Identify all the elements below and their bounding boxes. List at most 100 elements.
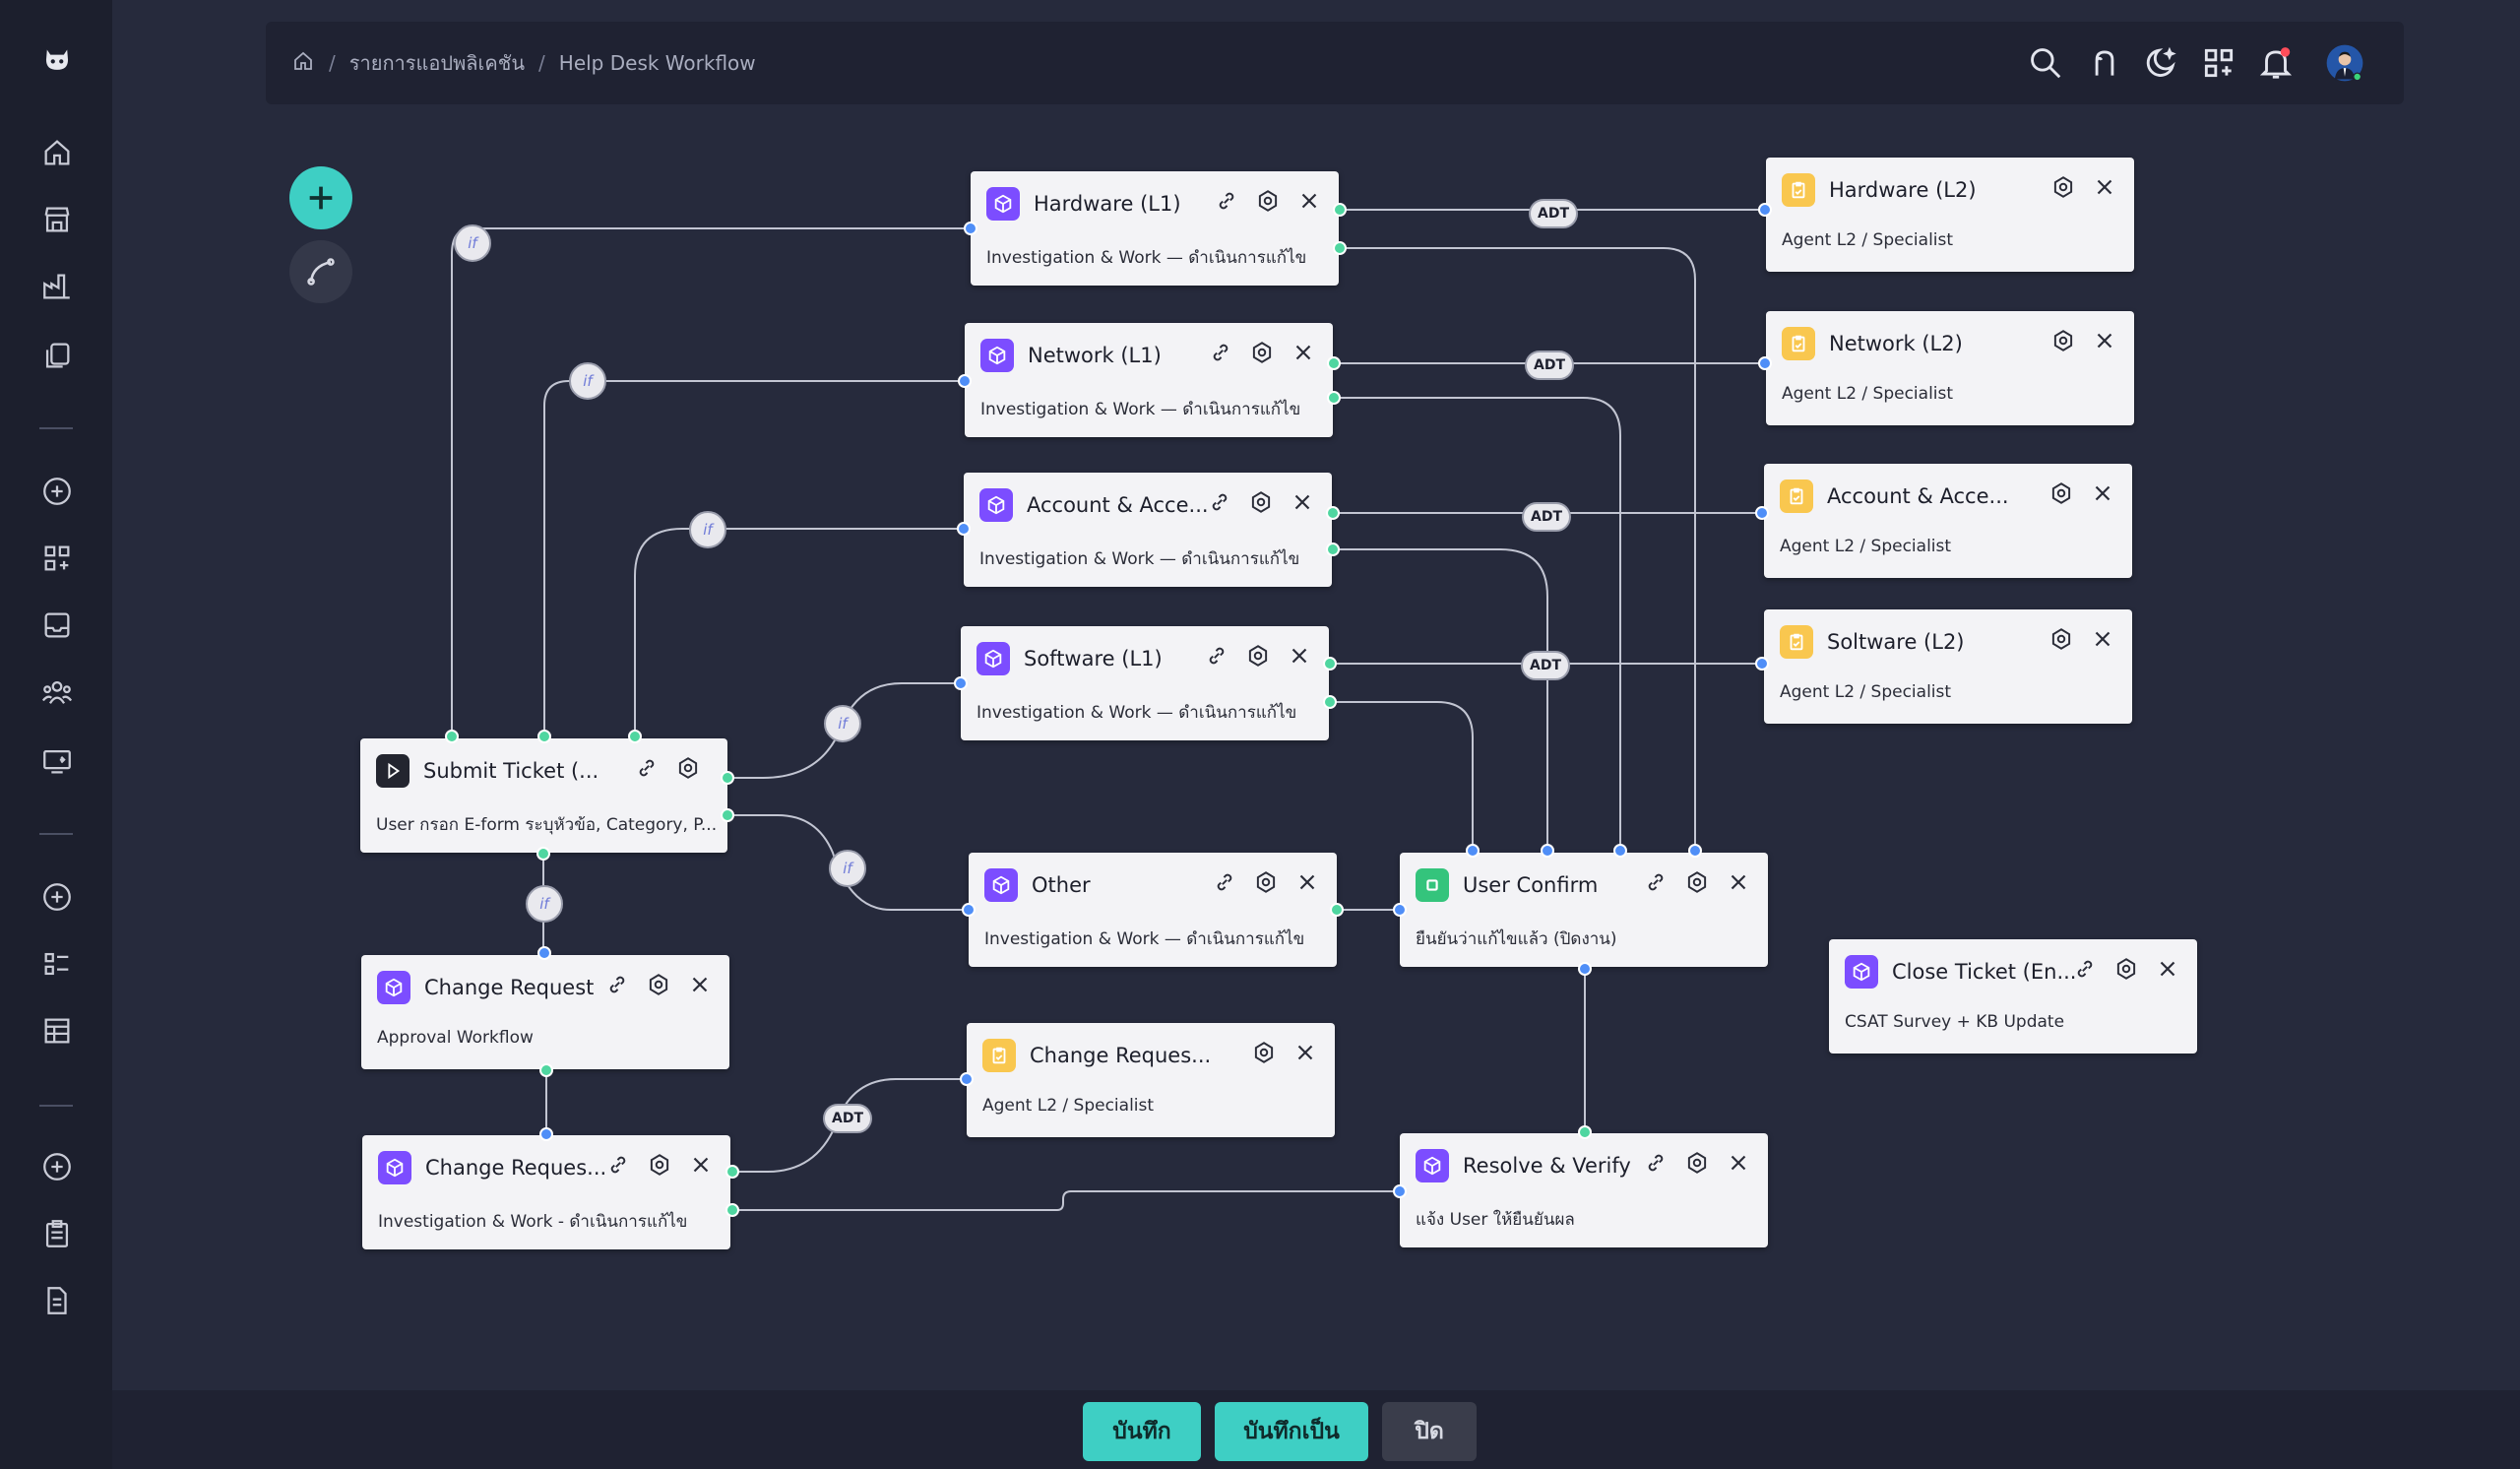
input-port[interactable] bbox=[1758, 203, 1772, 217]
output-port[interactable] bbox=[721, 771, 734, 785]
output-port[interactable] bbox=[721, 808, 734, 822]
node-network-l2[interactable]: Network (L2) Agent L2 / Specialist bbox=[1766, 311, 2134, 425]
output-port[interactable] bbox=[1333, 203, 1347, 217]
settings-icon[interactable] bbox=[1681, 866, 1713, 898]
node-account-l1[interactable]: Account & Acce... Investigation & Work —… bbox=[964, 473, 1332, 587]
settings-icon[interactable] bbox=[672, 752, 704, 784]
input-port[interactable] bbox=[958, 374, 972, 388]
output-port[interactable] bbox=[539, 1063, 553, 1077]
output-port[interactable] bbox=[1327, 356, 1341, 370]
close-icon[interactable] bbox=[1284, 640, 1315, 671]
node-user-confirm[interactable]: User Confirm ยืนยันว่าแก้ไขแล้ว (ปิดงาน) bbox=[1400, 853, 1768, 967]
save-button[interactable]: บันทึก bbox=[1083, 1402, 1201, 1461]
node-software-l2[interactable]: Soltware (L2) Agent L2 / Specialist bbox=[1764, 609, 2132, 724]
close-icon[interactable] bbox=[1293, 185, 1325, 217]
close-icon[interactable] bbox=[1288, 337, 1319, 368]
output-port[interactable] bbox=[725, 1165, 739, 1179]
output-port[interactable] bbox=[1327, 391, 1341, 405]
node-network-l1[interactable]: Network (L1) Investigation & Work — ดำเน… bbox=[965, 323, 1333, 437]
link-icon[interactable] bbox=[631, 752, 662, 784]
link-icon[interactable] bbox=[1640, 866, 1671, 898]
close-icon[interactable] bbox=[684, 969, 716, 1000]
input-port[interactable] bbox=[1393, 1184, 1407, 1198]
settings-icon[interactable] bbox=[1250, 866, 1282, 898]
input-port[interactable] bbox=[1466, 844, 1480, 858]
link-icon[interactable] bbox=[1211, 185, 1242, 217]
node-change-request-work[interactable]: Change Reques... Investigation & Work - … bbox=[362, 1135, 730, 1249]
settings-icon[interactable] bbox=[1245, 486, 1277, 518]
if-condition-badge[interactable]: if bbox=[569, 362, 606, 400]
output-port[interactable] bbox=[725, 1203, 739, 1217]
settings-icon[interactable] bbox=[1246, 337, 1278, 368]
settings-icon[interactable] bbox=[1681, 1147, 1713, 1179]
input-port[interactable] bbox=[537, 946, 551, 960]
close-icon[interactable] bbox=[1287, 486, 1318, 518]
close-icon[interactable] bbox=[2087, 623, 2118, 655]
input-port[interactable] bbox=[1393, 903, 1407, 917]
close-icon[interactable] bbox=[685, 1149, 717, 1181]
if-condition-badge[interactable]: if bbox=[526, 885, 563, 923]
close-icon[interactable] bbox=[1290, 1037, 1321, 1068]
input-port[interactable] bbox=[1613, 844, 1627, 858]
settings-icon[interactable] bbox=[1252, 185, 1284, 217]
link-icon[interactable] bbox=[1205, 337, 1236, 368]
input-port[interactable] bbox=[960, 1072, 974, 1086]
settings-icon[interactable] bbox=[643, 969, 674, 1000]
input-port[interactable] bbox=[1578, 962, 1592, 976]
if-condition-badge[interactable]: if bbox=[824, 705, 861, 742]
input-port[interactable] bbox=[1755, 657, 1769, 671]
output-port[interactable] bbox=[628, 730, 642, 743]
link-icon[interactable] bbox=[602, 1149, 634, 1181]
input-port[interactable] bbox=[539, 1127, 553, 1141]
output-port[interactable] bbox=[537, 730, 551, 743]
node-change-request[interactable]: Change Request Approval Workflow bbox=[361, 955, 729, 1069]
settings-icon[interactable] bbox=[2048, 171, 2079, 203]
output-port[interactable] bbox=[1323, 695, 1337, 709]
output-port[interactable] bbox=[1326, 506, 1340, 520]
node-close-ticket[interactable]: Close Ticket (En... CSAT Survey + KB Upd… bbox=[1829, 939, 2197, 1054]
link-icon[interactable] bbox=[2069, 953, 2101, 985]
settings-icon[interactable] bbox=[2110, 953, 2142, 985]
output-port[interactable] bbox=[1330, 903, 1344, 917]
if-condition-badge[interactable]: if bbox=[829, 850, 866, 887]
output-port[interactable] bbox=[1326, 543, 1340, 556]
settings-icon[interactable] bbox=[2048, 325, 2079, 356]
close-icon[interactable] bbox=[1723, 1147, 1754, 1179]
adt-badge[interactable]: ADT bbox=[823, 1104, 872, 1133]
input-port[interactable] bbox=[962, 903, 976, 917]
adt-badge[interactable]: ADT bbox=[1529, 199, 1578, 228]
node-hardware-l2[interactable]: Hardware (L2) Agent L2 / Specialist bbox=[1766, 158, 2134, 272]
link-icon[interactable] bbox=[1640, 1147, 1671, 1179]
link-icon[interactable] bbox=[1209, 866, 1240, 898]
node-resolve-verify[interactable]: Resolve & Verify แจ้ง User ให้ยืนยันผล bbox=[1400, 1133, 1768, 1247]
link-icon[interactable] bbox=[1201, 640, 1232, 671]
input-port[interactable] bbox=[1755, 506, 1769, 520]
input-port[interactable] bbox=[957, 522, 971, 536]
output-port[interactable] bbox=[445, 730, 459, 743]
node-submit-ticket[interactable]: Submit Ticket (... User กรอก E-form ระบุ… bbox=[360, 738, 727, 853]
close-icon[interactable] bbox=[1292, 866, 1323, 898]
settings-icon[interactable] bbox=[1248, 1037, 1280, 1068]
settings-icon[interactable] bbox=[2046, 478, 2077, 509]
close-icon[interactable] bbox=[2152, 953, 2183, 985]
node-hardware-l1[interactable]: Hardware (L1) Investigation & Work — ดำเ… bbox=[971, 171, 1339, 286]
adt-badge[interactable]: ADT bbox=[1525, 351, 1574, 380]
settings-icon[interactable] bbox=[2046, 623, 2077, 655]
output-port[interactable] bbox=[1323, 657, 1337, 671]
adt-badge[interactable]: ADT bbox=[1522, 502, 1571, 532]
input-port[interactable] bbox=[1688, 844, 1702, 858]
settings-icon[interactable] bbox=[1242, 640, 1274, 671]
input-port[interactable] bbox=[1541, 844, 1554, 858]
input-port[interactable] bbox=[964, 222, 977, 235]
add-node-button[interactable] bbox=[289, 166, 352, 229]
input-port[interactable] bbox=[1758, 356, 1772, 370]
if-condition-badge[interactable]: if bbox=[689, 511, 726, 548]
adt-badge[interactable]: ADT bbox=[1521, 651, 1570, 680]
input-port[interactable] bbox=[954, 676, 968, 690]
settings-icon[interactable] bbox=[644, 1149, 675, 1181]
save-as-button[interactable]: บันทึกเป็น bbox=[1215, 1402, 1368, 1461]
node-account-l2[interactable]: Account & Acce... Agent L2 / Specialist bbox=[1764, 464, 2132, 578]
output-port[interactable] bbox=[1578, 1125, 1592, 1139]
close-button[interactable]: ปิด bbox=[1382, 1402, 1477, 1461]
link-icon[interactable] bbox=[1204, 486, 1235, 518]
